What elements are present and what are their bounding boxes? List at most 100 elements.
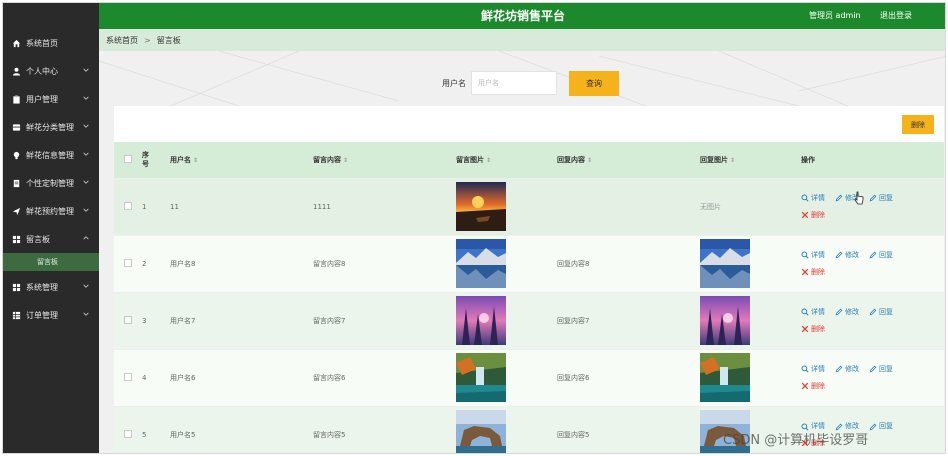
sidebar-item-flower-info[interactable]: 鲜花信息管理	[3, 141, 99, 169]
row-select-cell	[114, 292, 138, 349]
column-header-reply-image[interactable]: 回复图片 ⇕	[696, 142, 797, 178]
sidebar-item-orders[interactable]: 订单管理	[3, 301, 99, 329]
close-icon	[801, 382, 809, 389]
cell-content: 留言内容6	[313, 373, 346, 382]
cell-image	[452, 178, 553, 235]
row-select-cell	[114, 235, 138, 292]
detail-button[interactable]: 详情	[801, 194, 825, 202]
reply-button[interactable]: 回复	[869, 251, 893, 259]
table-body: 1 11 1111 无图片 详情 修改 回复 删除 2 用户名8 留言内容8 回…	[114, 178, 944, 453]
row-checkbox[interactable]	[124, 429, 132, 438]
sidebar-item-reservation[interactable]: 鲜花预约管理	[3, 197, 99, 225]
detail-button[interactable]: 详情	[801, 365, 825, 373]
column-header-index: 序号	[142, 150, 149, 168]
delete-button[interactable]: 删除	[801, 382, 825, 390]
main-content: 用户名 查询 删除	[99, 51, 945, 453]
sidebar-item-flower-category[interactable]: 鲜花分类管理	[3, 113, 99, 141]
sidebar-item-profile[interactable]: 个人中心	[3, 57, 99, 85]
table-row[interactable]: 3 用户名7 留言内容7 回复内容7 详情 修改 回复 删除	[114, 292, 944, 349]
table-row[interactable]: 4 用户名6 留言内容6 回复内容6 详情 修改 回复 删除	[114, 349, 944, 406]
sidebar-item-label: 留言板	[26, 234, 50, 244]
breadcrumb-home[interactable]: 系统首页	[106, 35, 138, 46]
column-header-username[interactable]: 用户名 ⇕	[166, 142, 309, 178]
row-checkbox[interactable]	[124, 201, 132, 210]
reply-button[interactable]: 回复	[869, 365, 893, 373]
thumbnail-sunset	[456, 182, 506, 231]
cell-actions: 详情 修改 回复 删除	[797, 235, 944, 292]
table-header-row: 序号 用户名 ⇕ 留言内容 ⇕ 留言图片 ⇕ 回复内容 ⇕ 回复图片 ⇕ 操作	[114, 142, 944, 178]
cell-index: 4	[142, 373, 147, 382]
bulb-icon	[11, 150, 21, 160]
select-all-checkbox[interactable]	[124, 154, 132, 163]
cell-reply-image	[696, 349, 797, 406]
grid-icon	[11, 282, 21, 292]
detail-button[interactable]: 详情	[801, 251, 825, 259]
close-icon	[801, 268, 809, 275]
search-input[interactable]	[471, 71, 557, 95]
table-row[interactable]: 2 用户名8 留言内容8 回复内容8 详情 修改 回复 删除	[114, 235, 944, 292]
delete-button[interactable]: 删除	[801, 211, 825, 219]
cell-image	[452, 406, 553, 453]
sidebar-item-custom[interactable]: 个性定制管理	[3, 169, 99, 197]
reply-button[interactable]: 回复	[869, 422, 893, 430]
message-table: 序号 用户名 ⇕ 留言内容 ⇕ 留言图片 ⇕ 回复内容 ⇕ 回复图片 ⇕ 操作 1 11 …	[114, 142, 944, 453]
cell-content: 1111	[313, 202, 331, 211]
row-select-cell	[114, 349, 138, 406]
cell-username: 用户名8	[170, 259, 196, 268]
sidebar-item-label: 系统管理	[26, 282, 58, 292]
sidebar-subitem-messageboard[interactable]: 留言板	[3, 253, 99, 271]
cell-index: 5	[142, 430, 147, 439]
thumbnail-sea-arch	[456, 410, 506, 453]
edit-button[interactable]: 修改	[835, 251, 859, 259]
detail-button[interactable]: 详情	[801, 308, 825, 316]
search-icon	[801, 251, 809, 259]
row-checkbox[interactable]	[124, 372, 132, 381]
sidebar-item-messageboard[interactable]: 留言板	[3, 225, 99, 253]
cell-username: 用户名7	[170, 316, 196, 325]
cell-username: 用户名5	[170, 430, 196, 439]
sidebar-item-home[interactable]: 系统首页	[3, 29, 99, 57]
cell-image	[452, 292, 553, 349]
cell-reply: 回复内容5	[557, 430, 590, 439]
search-button[interactable]: 查询	[569, 71, 619, 96]
thumbnail-lake	[700, 239, 750, 288]
edit-button[interactable]: 修改	[835, 308, 859, 316]
chevron-down-icon	[83, 208, 89, 212]
grid-icon	[11, 234, 21, 244]
column-header-actions: 操作	[801, 155, 815, 164]
app-window: 系统首页 个人中心 用户管理 鲜花分类管理 鲜花信息管理 个性定制管理 鲜花预约…	[2, 2, 946, 454]
table-row[interactable]: 1 11 1111 无图片 详情 修改 回复 删除	[114, 178, 944, 235]
top-header: 鲜花坊销售平台 管理员 admin 退出登录	[99, 3, 945, 29]
cell-image	[452, 349, 553, 406]
sidebar-item-system[interactable]: 系统管理	[3, 273, 99, 301]
mouse-cursor-icon	[854, 191, 864, 205]
logout-link[interactable]: 退出登录	[880, 10, 912, 21]
cell-actions: 详情 修改 回复 删除	[797, 292, 944, 349]
column-header-reply[interactable]: 回复内容 ⇕	[553, 142, 696, 178]
action-label: 修改	[845, 308, 859, 317]
thumbnail-waterfall	[456, 353, 506, 402]
close-icon	[801, 325, 809, 332]
column-header-image[interactable]: 留言图片 ⇕	[452, 142, 553, 178]
reply-button[interactable]: 回复	[869, 194, 893, 202]
pencil-icon	[869, 194, 877, 202]
delete-button[interactable]: 删除	[801, 268, 825, 276]
chevron-down-icon	[83, 152, 89, 156]
row-checkbox[interactable]	[124, 315, 132, 324]
reply-button[interactable]: 回复	[869, 308, 893, 316]
column-header-content[interactable]: 留言内容 ⇕	[309, 142, 452, 178]
edit-button[interactable]: 修改	[835, 365, 859, 373]
chevron-down-icon	[83, 124, 89, 128]
pencil-icon	[869, 308, 877, 316]
send-icon	[11, 206, 21, 216]
select-all-cell	[114, 142, 138, 178]
sidebar-item-users[interactable]: 用户管理	[3, 85, 99, 113]
search-icon	[801, 194, 809, 202]
close-icon	[801, 211, 809, 218]
row-select-cell	[114, 406, 138, 453]
delete-button[interactable]: 删除	[801, 325, 825, 333]
pencil-icon	[835, 251, 843, 259]
batch-delete-button[interactable]: 删除	[902, 115, 934, 134]
row-checkbox[interactable]	[124, 258, 132, 267]
cell-reply	[553, 178, 696, 235]
